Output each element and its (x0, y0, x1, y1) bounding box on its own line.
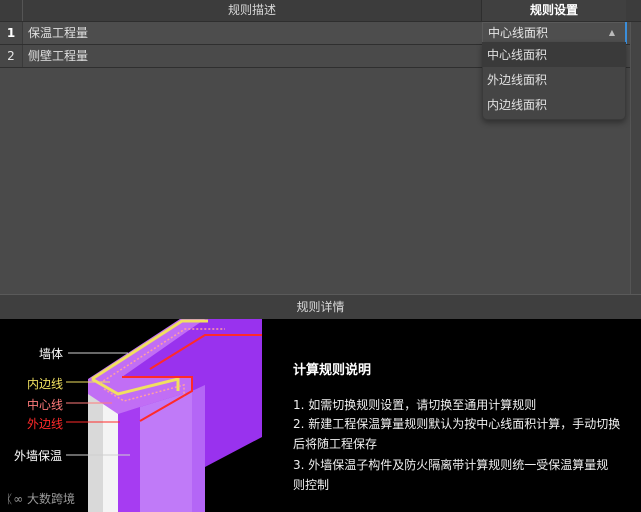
label-outer-line: 外边线 (27, 417, 64, 431)
row-index: 2 (0, 45, 23, 67)
row-description: 保温工程量 (28, 26, 89, 40)
rule-select[interactable]: 中心线面积 ▲ (482, 22, 627, 44)
dropdown-option-outer[interactable]: 外边线面积 (483, 68, 625, 92)
header-index-cell (0, 0, 23, 21)
table-header: 规则描述 规则设置 (0, 0, 641, 22)
insulation-front-edge (192, 385, 205, 512)
header-filler (626, 0, 641, 21)
insulation-front-face (140, 391, 192, 512)
dropdown-option-center[interactable]: 中心线面积 (483, 43, 625, 67)
rule-detail-panel: 墙体 内边线 中心线 外边线 外墙保温 计算规则说明 1. 如需切换规则设置，请… (0, 319, 641, 512)
row-index: 1 (0, 22, 23, 44)
rule-select-value: 中心线面积 (488, 26, 549, 40)
label-center-line: 中心线 (27, 398, 64, 412)
header-rule-setting[interactable]: 规则设置 (482, 0, 626, 21)
watermark: ᛕ∞ 大数跨境 (6, 490, 75, 507)
label-inner-line: 内边线 (27, 377, 64, 391)
dropdown-option-inner[interactable]: 内边线面积 (483, 93, 625, 117)
caret-up-icon[interactable]: ▲ (609, 23, 615, 43)
insulation-side (118, 407, 140, 512)
info-title: 计算规则说明 (293, 363, 372, 378)
rules-table: 规则描述 规则设置 1 保温工程量 2 侧壁工程量 中心线面积 ▲ 中心线面积 … (0, 0, 641, 294)
info-line-4: 3. 外墙保温子构件及防火隔离带计算规则统一受保温算量规 (293, 458, 609, 472)
info-line-5: 则控制 (293, 478, 330, 492)
info-line-3: 后将随工程保存 (293, 437, 378, 451)
rule-dropdown: 中心线面积 外边线面积 内边线面积 (482, 42, 626, 120)
header-description[interactable]: 规则描述 (23, 0, 482, 21)
label-wall: 墙体 (39, 347, 64, 361)
select-focus-edge (625, 22, 627, 44)
row-description: 侧壁工程量 (28, 49, 89, 63)
info-line-1: 1. 如需切换规则设置，请切换至通用计算规则 (293, 398, 537, 412)
info-line-2: 2. 新建工程保温算量规则默认为按中心线面积计算，手动切换 (293, 417, 621, 431)
label-insulation: 外墙保温 (14, 449, 63, 463)
watermark-text: 大数跨境 (27, 492, 76, 506)
watermark-logo-icon: ᛕ∞ (6, 492, 24, 506)
vertical-scrollbar[interactable] (631, 22, 641, 294)
detail-header: 规则详情 (0, 294, 641, 319)
